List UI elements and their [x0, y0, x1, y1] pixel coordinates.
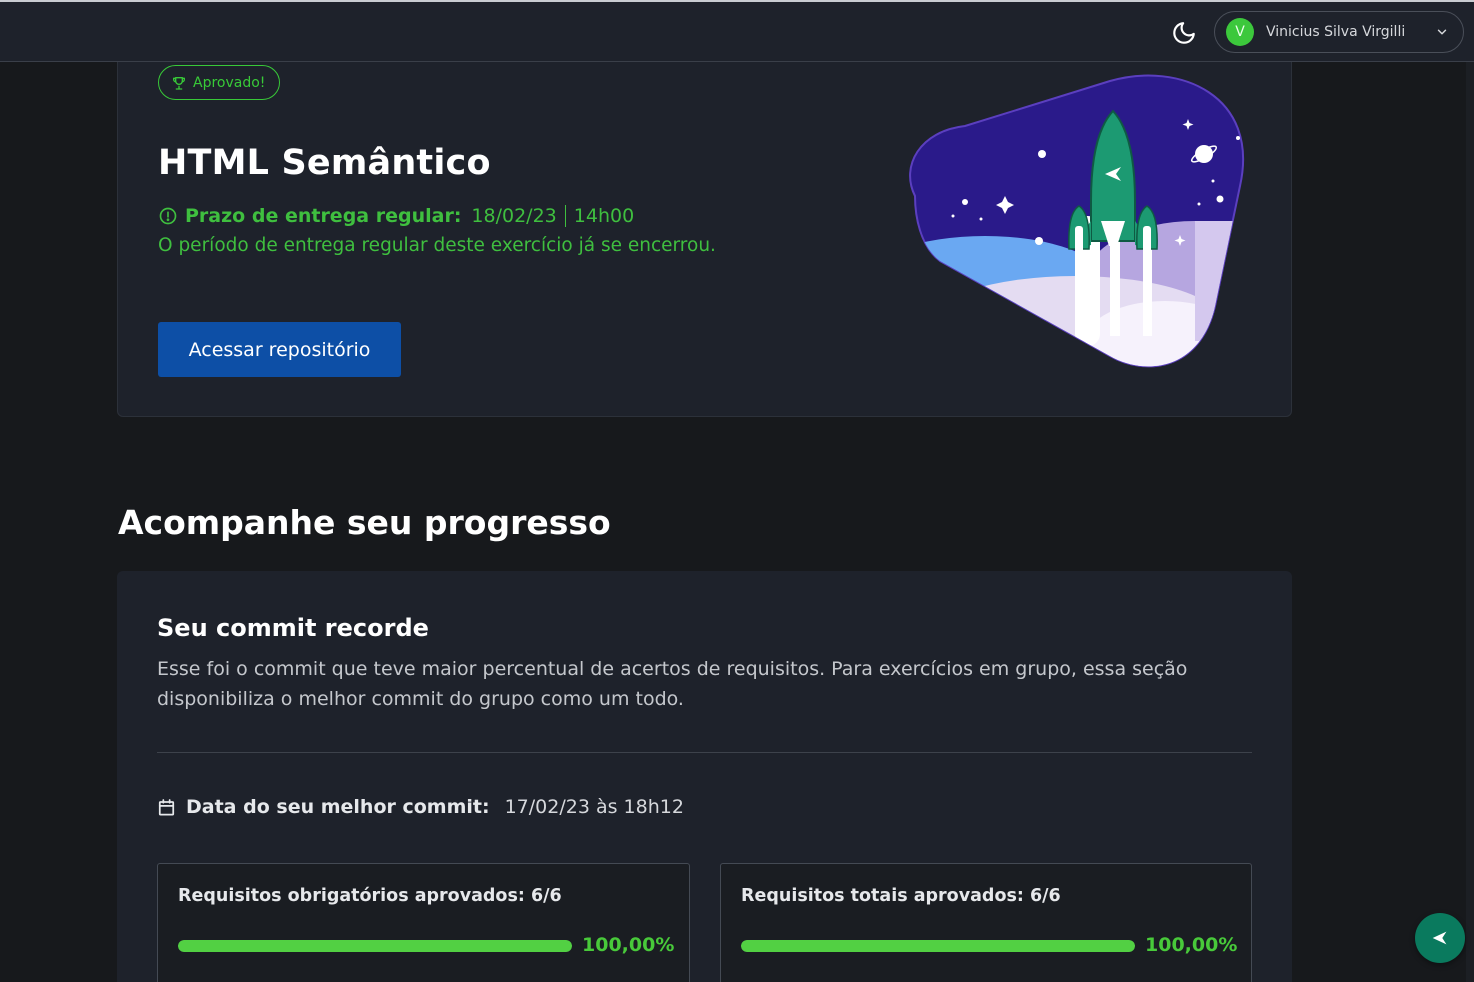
best-commit-description: Esse foi o commit que teve maior percent…: [157, 658, 1188, 710]
mandatory-requirements-title: Requisitos obrigatórios aprovados: 6/6: [178, 886, 562, 906]
divider: [157, 752, 1252, 753]
best-commit-date-row: Data do seu melhor commit: 17/02/23 às 1…: [157, 796, 684, 818]
feedback-chat-button[interactable]: [1415, 913, 1465, 963]
user-name: Vinicius Silva Virgilli: [1266, 24, 1406, 40]
total-requirements-progress-bar: [741, 940, 1135, 952]
best-commit-card: Seu commit recorde Esse foi o commit que…: [117, 571, 1292, 982]
deadline-row: Prazo de entrega regular: 18/02/23 14h00: [158, 205, 634, 227]
calendar-icon: [158, 798, 175, 815]
mandatory-requirements-progress-bar: [178, 940, 572, 952]
moon-icon: [1173, 22, 1195, 44]
total-requirements-box: Requisitos totais aprovados: 6/6 100,00%: [720, 863, 1252, 982]
best-commit-date-label: Data do seu melhor commit:: [186, 796, 490, 818]
deadline-date: 18/02/23: [471, 205, 557, 227]
total-requirements-title: Requisitos totais aprovados: 6/6: [741, 886, 1061, 906]
progress-section-title: Acompanhe seu progresso: [118, 503, 611, 542]
rocket-logo-icon: [1432, 931, 1447, 945]
trophy-icon: [173, 76, 185, 90]
avatar: V: [1226, 18, 1254, 46]
user-menu-button[interactable]: V Vinicius Silva Virgilli: [1214, 11, 1464, 53]
exercise-card: Aprovado! HTML Semântico Prazo de entreg…: [117, 30, 1292, 417]
access-repository-button[interactable]: Acessar repositório: [158, 322, 401, 377]
alert-circle-icon: [159, 207, 177, 225]
mandatory-requirements-box: Requisitos obrigatórios aprovados: 6/6 1…: [157, 863, 690, 982]
deadline-label: Prazo de entrega regular:: [185, 205, 462, 227]
deadline-time: 14h00: [573, 205, 635, 227]
approved-badge-label: Aprovado!: [193, 74, 266, 91]
chevron-down-icon: [1437, 29, 1447, 35]
theme-toggle-button[interactable]: [1168, 17, 1200, 49]
mandatory-requirements-percent: 100,00%: [582, 934, 675, 956]
scrollbar[interactable]: [1466, 62, 1474, 982]
deadline-closed-message: O período de entrega regular deste exerc…: [158, 235, 716, 256]
total-requirements-progress-fill: [741, 940, 1135, 952]
best-commit-date-value: 17/02/23 às 18h12: [504, 796, 684, 818]
exercise-title: HTML Semântico: [158, 143, 491, 183]
approved-badge: Aprovado!: [158, 65, 280, 100]
best-commit-title: Seu commit recorde: [157, 614, 429, 642]
top-bar: V Vinicius Silva Virgilli: [0, 0, 1474, 62]
rocket-illustration: [909, 74, 1245, 368]
deadline-separator: [564, 205, 566, 227]
mandatory-requirements-progress-fill: [178, 940, 572, 952]
total-requirements-percent: 100,00%: [1145, 934, 1238, 956]
